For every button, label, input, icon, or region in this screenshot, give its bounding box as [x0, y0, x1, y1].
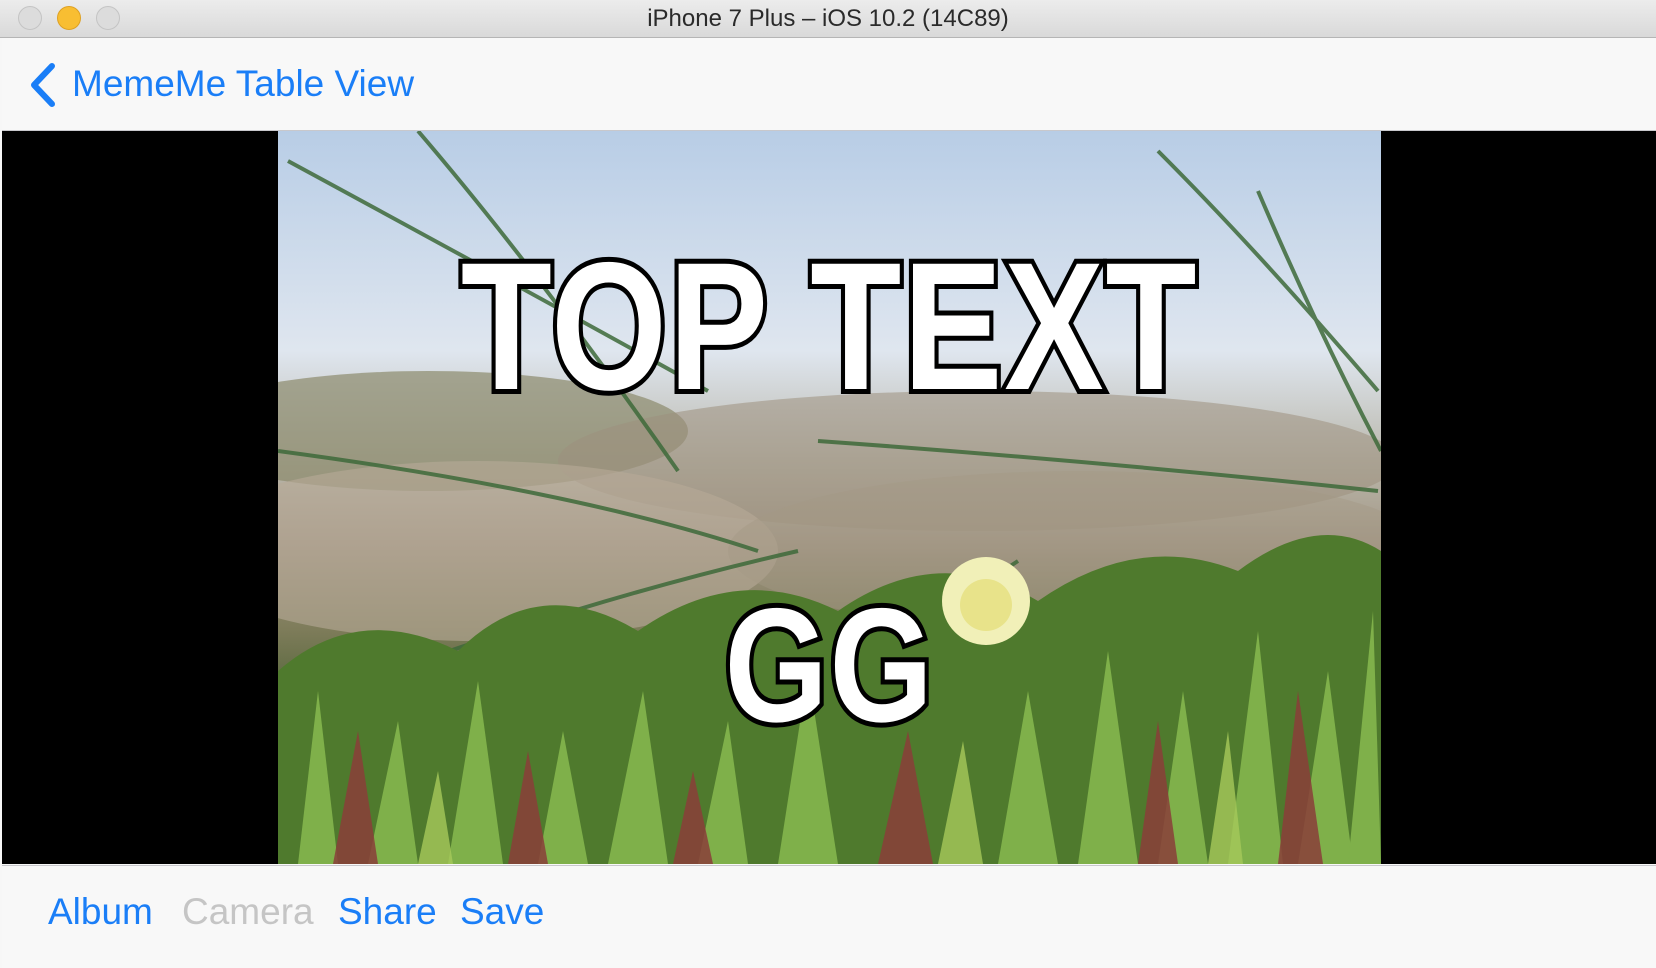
bottom-text-field[interactable]: GG: [377, 580, 1281, 752]
back-button[interactable]: MemeMe Table View: [72, 60, 414, 108]
image-stage: TOP TEXT GG: [2, 131, 1656, 864]
camera-button[interactable]: Camera: [182, 888, 314, 936]
navigation-bar: MemeMe Table View: [2, 38, 1656, 131]
share-button[interactable]: Share: [338, 888, 437, 936]
window-title: iPhone 7 Plus – iOS 10.2 (14C89): [647, 5, 1009, 32]
title-bar[interactable]: iPhone 7 Plus – iOS 10.2 (14C89): [0, 0, 1656, 38]
simulator-window: iPhone 7 Plus – iOS 10.2 (14C89) MemeMe …: [0, 0, 1656, 968]
save-button[interactable]: Save: [460, 888, 544, 936]
bottom-toolbar: Album Camera Share Save: [2, 865, 1656, 968]
top-text-field[interactable]: TOP TEXT: [377, 230, 1281, 422]
album-button[interactable]: Album: [48, 888, 153, 936]
simulator-screen: MemeMe Table View TOP TEXT GG Album Came…: [2, 38, 1656, 968]
meme-image: TOP TEXT GG: [278, 131, 1381, 864]
chevron-left-icon[interactable]: [28, 62, 58, 108]
